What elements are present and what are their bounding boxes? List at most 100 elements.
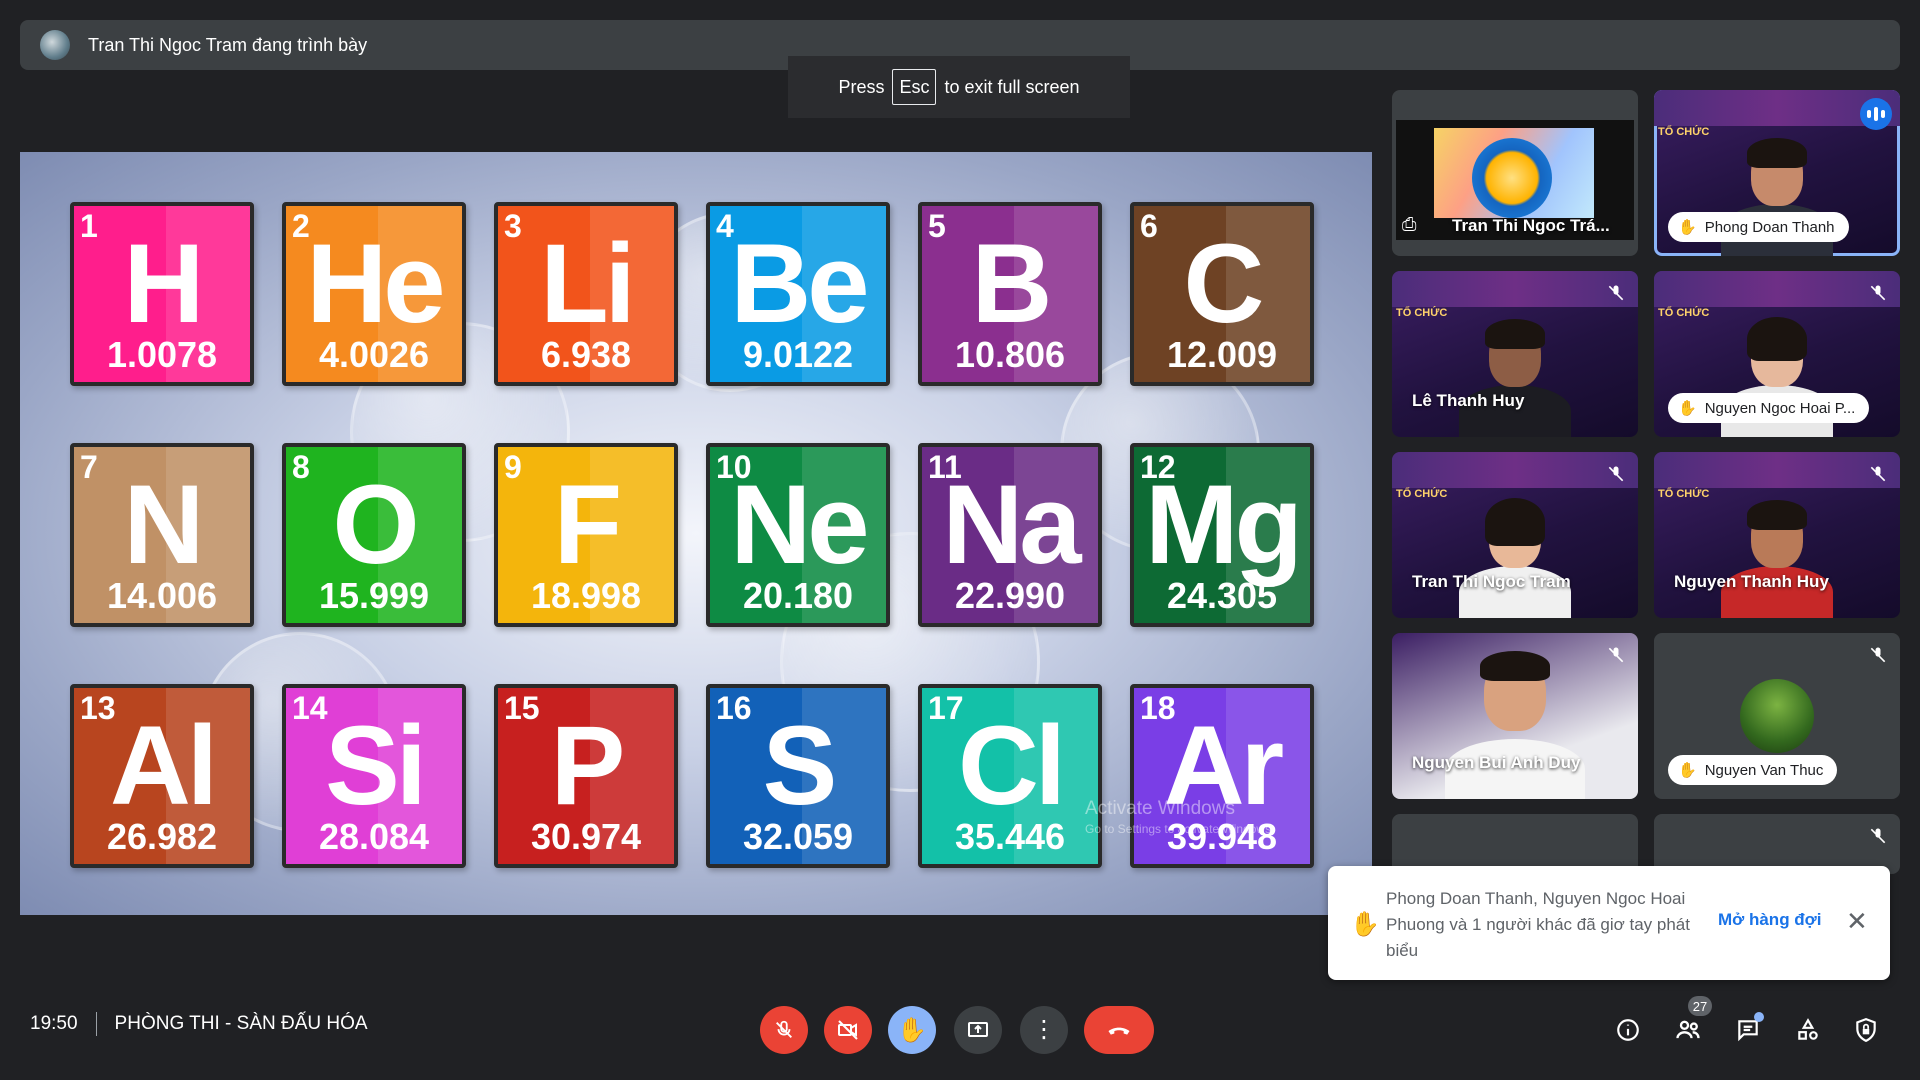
participant-tile-partial[interactable] xyxy=(1654,814,1900,874)
raised-hand-name-pill: ✋ Nguyen Ngoc Hoai P... xyxy=(1668,393,1870,423)
atomic-mass: 39.948 xyxy=(1166,816,1278,857)
participant-name: Nguyen Bui Anh Duy xyxy=(1412,753,1581,772)
more-options-button[interactable]: ⋮ xyxy=(1020,1006,1068,1054)
participant-video xyxy=(1440,649,1590,799)
element-symbol: N xyxy=(123,462,205,587)
chat-unread-dot xyxy=(1754,1012,1764,1022)
atomic-mass: 6.938 xyxy=(540,334,632,375)
shared-screen: 1 H 1.0078 2 He 4.0026 3 Li 6.938 4 Be 9.0122 5 B 10.8… xyxy=(20,152,1372,915)
participant-count-badge: 27 xyxy=(1688,996,1712,1016)
raised-hand-name-pill: ✋ Nguyen Van Thuc xyxy=(1668,755,1838,785)
atomic-mass: 26.982 xyxy=(106,816,218,857)
element-tile: 17 Cl 35.446 xyxy=(918,684,1102,868)
participant-tile-le-thanh-huy[interactable]: TỔ CHỨC Lê Thanh Huy xyxy=(1392,271,1638,437)
element-tile: 8 O 15.999 xyxy=(282,443,466,627)
close-icon[interactable]: ✕ xyxy=(1846,906,1868,937)
atomic-mass: 15.999 xyxy=(318,575,430,616)
speaking-indicator-icon xyxy=(1860,98,1892,130)
participant-tile-hoai[interactable]: TỔ CHỨC ✋ Nguyen Ngoc Hoai P... xyxy=(1654,271,1900,437)
element-tile: 9 F 18.998 xyxy=(494,443,678,627)
participant-name: Lê Thanh Huy xyxy=(1412,391,1525,410)
atomic-mass: 1.0078 xyxy=(106,334,218,375)
meeting-title: PHÒNG THI - SÀN ĐẤU HÓA xyxy=(114,1013,368,1034)
people-button[interactable] xyxy=(1670,1012,1706,1048)
event-banner xyxy=(1392,271,1638,307)
participant-tile-tram[interactable]: TỔ CHỨC Tran Thi Ngoc Tram xyxy=(1392,452,1638,618)
raised-hands-notification: ✋ Phong Doan Thanh, Nguyen Ngoc Hoai Phu… xyxy=(1328,866,1890,980)
mic-off-icon xyxy=(1608,285,1624,301)
raised-hand-name-pill: ✋ Phong Doan Thanh xyxy=(1668,212,1849,242)
atomic-mass: 14.006 xyxy=(106,575,218,616)
present-now-button[interactable] xyxy=(954,1006,1002,1054)
participant-video xyxy=(1717,498,1837,618)
atomic-mass: 20.180 xyxy=(742,575,854,616)
atomic-mass: 10.806 xyxy=(954,334,1066,375)
meeting-time: 19:50 xyxy=(30,1013,78,1034)
presenting-tile[interactable]: ⎙ Tran Thi Ngoc Trá... xyxy=(1392,90,1638,256)
activities-button[interactable] xyxy=(1790,1012,1826,1048)
camera-toggle-button[interactable] xyxy=(824,1006,872,1054)
raise-hand-button[interactable]: ✋ xyxy=(888,1006,936,1054)
mic-off-icon xyxy=(1870,647,1886,663)
atomic-mass: 4.0026 xyxy=(318,334,430,375)
event-banner xyxy=(1392,452,1638,488)
element-symbol: P xyxy=(550,703,626,828)
participant-tile-thuc[interactable]: ✋ Nguyen Van Thuc xyxy=(1654,633,1900,799)
participant-tile-partial[interactable] xyxy=(1392,814,1638,874)
mic-toggle-button[interactable] xyxy=(760,1006,808,1054)
alarm-clock-graphic xyxy=(1472,138,1552,218)
element-tile: 13 Al 26.982 xyxy=(70,684,254,868)
element-tile: 16 S 32.059 xyxy=(706,684,890,868)
meeting-info: 19:50 PHÒNG THI - SÀN ĐẤU HÓA xyxy=(30,1012,368,1036)
atomic-mass: 32.059 xyxy=(742,816,854,857)
hand-icon: ✋ xyxy=(1678,400,1697,417)
hand-icon: ✋ xyxy=(897,1016,927,1044)
more-vert-icon: ⋮ xyxy=(1032,1016,1056,1043)
open-queue-button[interactable]: Mở hàng đợi xyxy=(1718,910,1822,930)
hand-icon: ✋ xyxy=(1350,911,1380,938)
element-symbol: B xyxy=(971,221,1053,346)
element-tile: 14 Si 28.084 xyxy=(282,684,466,868)
atomic-mass: 28.084 xyxy=(318,816,430,857)
activities-icon xyxy=(1798,1018,1818,1040)
element-symbol: F xyxy=(553,462,622,587)
participant-tile-thanh-huy[interactable]: TỔ CHỨC Nguyen Thanh Huy xyxy=(1654,452,1900,618)
element-tile: 15 P 30.974 xyxy=(494,684,678,868)
element-tile: 6 C 12.009 xyxy=(1130,202,1314,386)
divider xyxy=(95,1012,97,1036)
element-symbol: C xyxy=(1183,221,1265,346)
element-symbol: Mg xyxy=(1145,462,1303,587)
esc-key: Esc xyxy=(892,69,937,105)
element-symbol: Be xyxy=(730,221,869,346)
element-symbol: Ar xyxy=(1163,703,1284,828)
shield-lock-icon xyxy=(1856,1018,1876,1043)
hand-icon: ✋ xyxy=(1678,219,1697,236)
atomic-mass: 9.0122 xyxy=(742,334,854,375)
mic-off-icon xyxy=(776,1020,792,1038)
participant-avatar xyxy=(1740,679,1814,753)
element-symbol: Li xyxy=(540,221,636,346)
banner-tag: TỔ CHỨC xyxy=(1396,488,1448,500)
participant-name: Nguyen Ngoc Hoai P... xyxy=(1704,399,1856,417)
element-tile: 10 Ne 20.180 xyxy=(706,443,890,627)
meeting-details-button[interactable] xyxy=(1610,1012,1646,1048)
banner-tag: TỔ CHỨC xyxy=(1658,126,1710,138)
participant-tile-duy[interactable]: Nguyen Bui Anh Duy xyxy=(1392,633,1638,799)
presenter-avatar xyxy=(40,30,70,60)
banner-tag: TỔ CHỨC xyxy=(1396,307,1448,319)
element-symbol: Si xyxy=(325,703,427,828)
atomic-mass: 18.998 xyxy=(530,575,642,616)
element-tile: 2 He 4.0026 xyxy=(282,202,466,386)
element-tile: 1 H 1.0078 xyxy=(70,202,254,386)
participant-tile-phong[interactable]: TỔ CHỨC ✋ Phong Doan Thanh xyxy=(1654,90,1900,256)
element-tile: 4 Be 9.0122 xyxy=(706,202,890,386)
presenter-status-text: Tran Thi Ngoc Tram đang trình bày xyxy=(88,34,368,55)
leave-call-button[interactable] xyxy=(1084,1006,1154,1054)
camera-off-icon xyxy=(838,1020,858,1040)
notification-message: Phong Doan Thanh, Nguyen Ngoc Hoai Phuon… xyxy=(1386,889,1690,960)
presenting-tile-name: Tran Thi Ngoc Trá... xyxy=(1452,216,1610,235)
mic-off-icon xyxy=(1870,828,1886,844)
participant-video xyxy=(1455,317,1575,437)
hang-up-icon xyxy=(1108,1027,1130,1035)
host-controls-button[interactable] xyxy=(1848,1012,1884,1048)
